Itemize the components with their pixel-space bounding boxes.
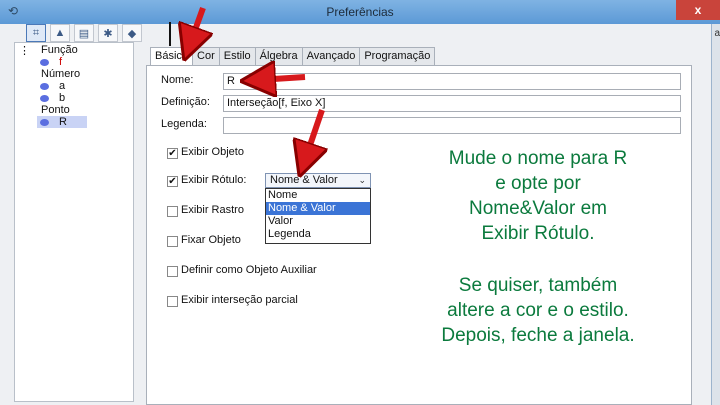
arrow-to-dropdown (305, 109, 322, 160)
arrow-to-basic-tab (190, 6, 203, 44)
annotation-arrows (169, 6, 720, 405)
arrow-to-name-field (258, 77, 306, 80)
